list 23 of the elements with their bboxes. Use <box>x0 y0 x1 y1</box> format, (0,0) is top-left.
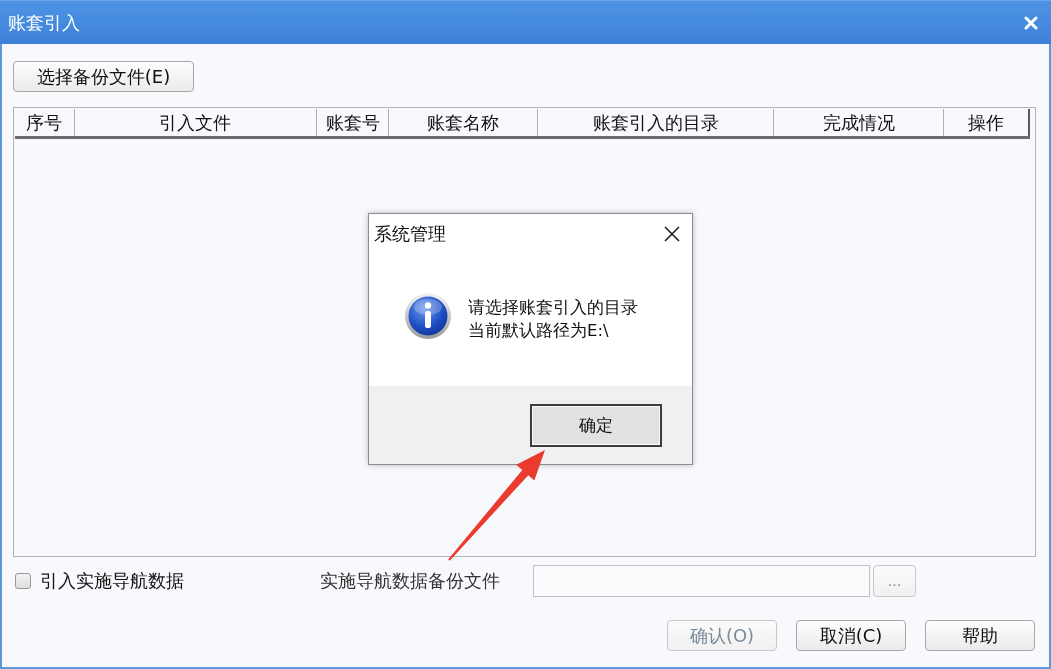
ok-button[interactable]: 确定 <box>530 404 662 447</box>
close-icon <box>1024 15 1038 30</box>
field-label: 实施导航数据备份文件 <box>320 569 500 593</box>
dialog-button[interactable]: 取消(C) <box>796 620 906 651</box>
column-header[interactable]: 操作 <box>944 109 1030 136</box>
select-backup-button[interactable]: 选择备份文件(E) <box>13 61 194 92</box>
close-icon <box>663 224 681 243</box>
input-field[interactable] <box>533 565 870 597</box>
column-header[interactable]: 引入文件 <box>74 109 318 136</box>
column-header[interactable]: 账套引入的目录 <box>538 109 774 136</box>
column-header[interactable]: 完成情况 <box>773 109 945 136</box>
message-text: 当前默认路径为E:\ <box>468 321 610 341</box>
column-header[interactable]: 序号 <box>15 109 75 136</box>
close-button[interactable] <box>663 224 681 243</box>
message-text: 请选择账套引入的目录 <box>468 298 638 318</box>
column-header[interactable]: 账套号 <box>317 109 389 136</box>
window-title: 账套引入 <box>8 10 81 35</box>
checkbox[interactable] <box>15 573 31 589</box>
checkbox-label: 引入实施导航数据 <box>40 569 184 593</box>
dialog-title: 系统管理 <box>374 221 447 246</box>
column-header[interactable]: 账套名称 <box>388 109 539 136</box>
dialog-button[interactable]: 帮助 <box>925 620 1035 651</box>
info-icon <box>405 293 451 339</box>
